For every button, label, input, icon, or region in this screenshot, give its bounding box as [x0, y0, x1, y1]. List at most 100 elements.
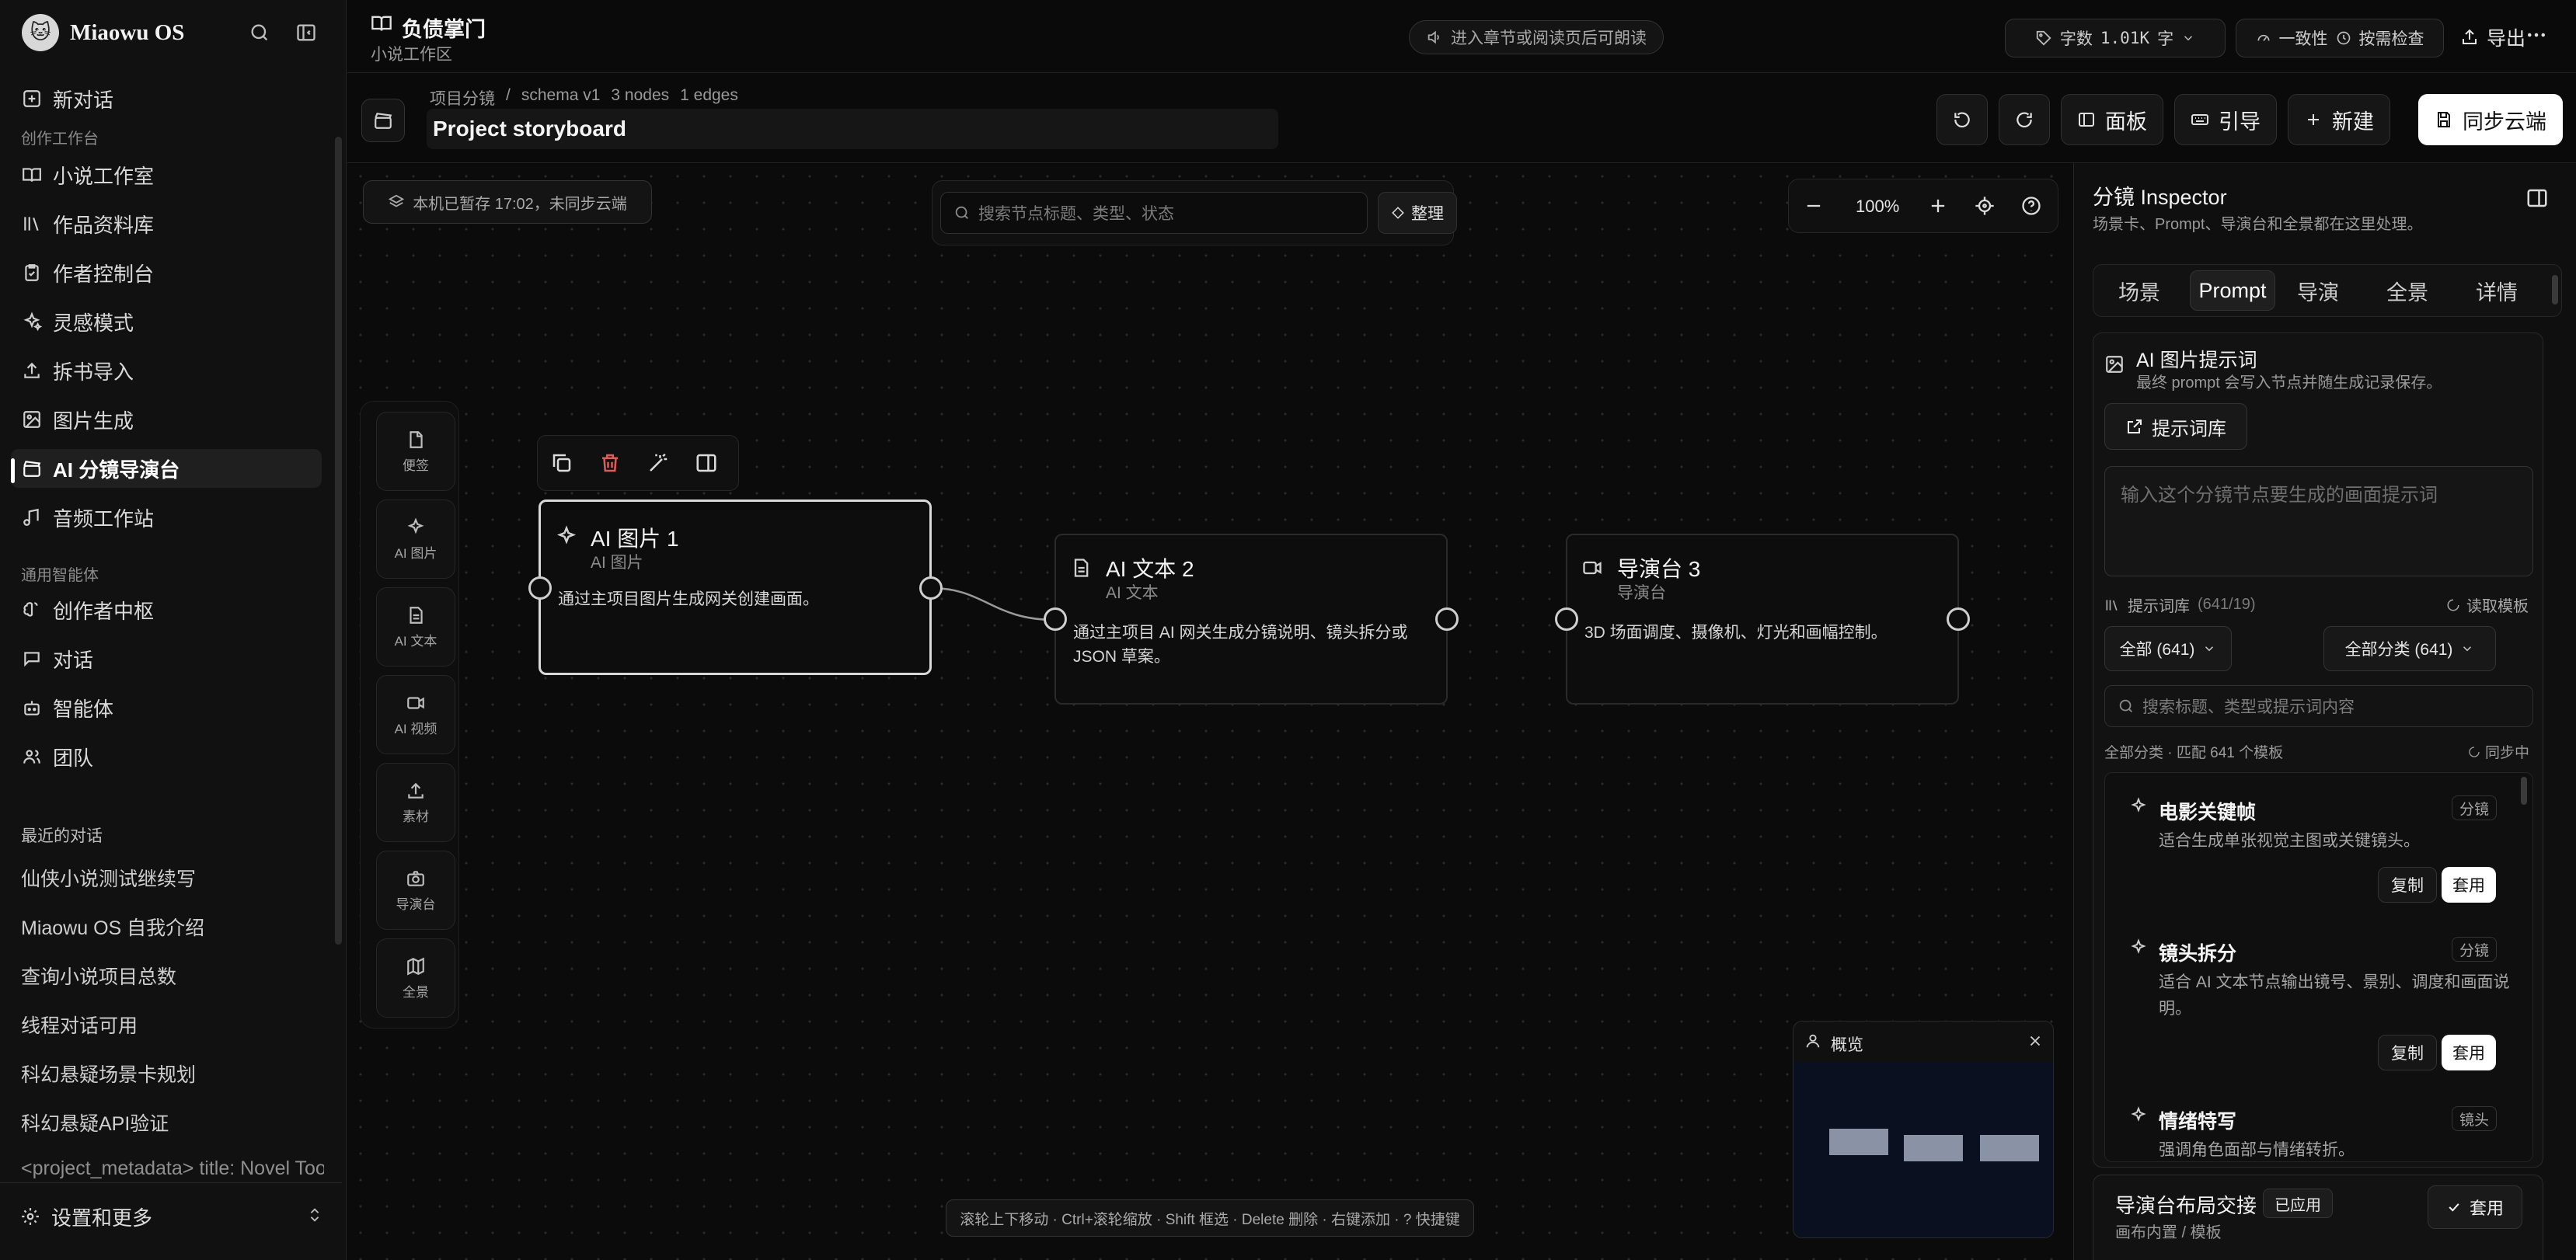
tabs-scrollbar[interactable]: [2552, 275, 2558, 305]
section-general: 通用智能体: [21, 567, 99, 584]
sidebar-item-image-gen[interactable]: 图片生成: [11, 400, 322, 439]
sparkles-icon: [2129, 1106, 2148, 1125]
tab-prompt[interactable]: Prompt: [2190, 270, 2275, 311]
tool-ai-image[interactable]: AI 图片: [376, 499, 455, 579]
node-1-output-handle[interactable]: [919, 576, 943, 600]
collapse-panel-icon[interactable]: [2525, 186, 2549, 210]
template-title: 电影关键帧: [2159, 802, 2257, 823]
board-title-input[interactable]: Project storyboard: [427, 109, 1278, 149]
node-2-output-handle[interactable]: [1435, 607, 1459, 631]
guide-button[interactable]: 引导: [2174, 94, 2277, 145]
recent-chat-item[interactable]: 科幻悬疑场景卡规划: [21, 1060, 324, 1088]
sidebar-item-label: AI 分镜导演台: [53, 458, 180, 482]
tab-details[interactable]: 详情: [2458, 270, 2536, 311]
project-subtitle: 小说工作区: [371, 46, 452, 64]
sidebar-item-library[interactable]: 作品资料库: [11, 204, 322, 243]
recent-chat-item[interactable]: 查询小说项目总数: [21, 962, 324, 990]
node-2-input-handle[interactable]: [1044, 607, 1067, 631]
footer-apply-button[interactable]: 套用: [2428, 1185, 2522, 1229]
sync-cloud-button[interactable]: 同步云端: [2418, 94, 2563, 145]
sparkles-icon: [2129, 797, 2148, 816]
node-ai-image-1[interactable]: AI 图片 1 AI 图片 通过主项目图片生成网关创建画面。: [539, 499, 932, 675]
more-icon[interactable]: [2525, 23, 2548, 47]
recent-chat-item[interactable]: 线程对话可用: [21, 1011, 324, 1039]
read-template-button[interactable]: 读取模板: [2446, 593, 2529, 616]
sidebar-item-storyboard[interactable]: AI 分镜导演台: [11, 449, 322, 488]
settings-button[interactable]: 设置和更多: [20, 1199, 331, 1234]
template-search-input[interactable]: 搜索标题、类型或提示词内容: [2104, 685, 2533, 727]
book-icon: [371, 12, 392, 34]
sidebar-item-agents[interactable]: 智能体: [11, 688, 322, 727]
template-copy-button[interactable]: 复制: [2378, 867, 2437, 903]
sidebar-scrollbar[interactable]: [335, 137, 342, 945]
node-type: AI 文本: [1106, 584, 1159, 602]
node-3-input-handle[interactable]: [1555, 607, 1578, 631]
template-apply-button[interactable]: 套用: [2442, 867, 2496, 903]
word-count-selector[interactable]: 字数 1.01K 字: [2005, 19, 2226, 57]
recent-chat-item[interactable]: 仙侠小说测试继续写: [21, 864, 324, 892]
node-1-input-handle[interactable]: [528, 576, 552, 600]
sidebar-item-chat[interactable]: 对话: [11, 639, 322, 678]
tab-director[interactable]: 导演: [2279, 270, 2357, 311]
sidebar-item-audio[interactable]: 音频工作站: [11, 498, 322, 537]
recent-chat-item[interactable]: Miaowu OS 自我介绍: [21, 913, 324, 941]
match-info: 全部分类 · 匹配 641 个模板: [2104, 745, 2284, 761]
sidebar-item-label: 对话: [53, 648, 94, 672]
node-director-3[interactable]: 导演台 3 导演台 3D 场面调度、摄像机、灯光和画幅控制。: [1566, 534, 1959, 705]
prompt-textarea[interactable]: 输入这个分镜节点要生成的画面提示词: [2104, 466, 2533, 576]
new-chat-button[interactable]: 新对话: [11, 79, 322, 118]
filter-category-select[interactable]: 全部分类 (641): [2323, 626, 2496, 671]
tool-note[interactable]: 便签: [376, 412, 455, 491]
node-description: 通过主项目 AI 网关生成分镜说明、镜头拆分或 JSON 草案。: [1073, 624, 1408, 666]
export-label: 导出: [2487, 28, 2526, 50]
recent-chat-item[interactable]: <project_metadata> title: Novel Tool: [21, 1157, 324, 1181]
close-icon[interactable]: [2027, 1032, 2044, 1049]
read-template-label: 读取模板: [2466, 598, 2529, 615]
sidebar-item-inspiration[interactable]: 灵感模式: [11, 302, 322, 341]
brain-icon: [23, 602, 38, 617]
breadcrumb-root[interactable]: 项目分镜: [430, 86, 495, 110]
chevron-down-icon: [2205, 646, 2214, 652]
search-icon[interactable]: [246, 19, 274, 47]
check-on-demand-label: 按需检查: [2358, 30, 2424, 48]
save-icon: [2438, 112, 2450, 127]
node-3-output-handle[interactable]: [1947, 607, 1970, 631]
template-description: 强调角色面部与情绪转折。: [2159, 1141, 2355, 1159]
template-copy-button[interactable]: 复制: [2378, 1035, 2437, 1070]
recent-chat-item[interactable]: 科幻悬疑API验证: [21, 1109, 324, 1136]
template-list-scrollbar[interactable]: [2521, 777, 2527, 805]
tab-scene[interactable]: 场景: [2100, 270, 2178, 311]
export-button[interactable]: 导出: [2449, 16, 2536, 59]
filter-all-select[interactable]: 全部 (641): [2104, 626, 2232, 671]
tool-ai-text[interactable]: AI 文本: [376, 587, 455, 667]
active-indicator: [11, 458, 15, 483]
minimap-view[interactable]: [1793, 1062, 2053, 1237]
redo-button[interactable]: [1999, 94, 2050, 145]
brand[interactable]: 🐱 Miaowu OS: [22, 14, 184, 51]
undo-button[interactable]: [1936, 94, 1988, 145]
sidebar-item-import[interactable]: 拆书导入: [11, 351, 322, 390]
sidebar-item-hub[interactable]: 创作者中枢: [11, 590, 322, 629]
storyboard-canvas[interactable]: 本机已暂存 17:02，未同步云端 搜索节点标题、类型、状态 整理 100% A…: [347, 163, 2072, 1260]
undo-icon: [1954, 112, 1970, 128]
sidebar-item-label: 智能体: [53, 697, 114, 721]
edge-1-2[interactable]: [930, 586, 1056, 621]
template-tag: 分镜: [2452, 795, 2497, 820]
tool-ai-video[interactable]: AI 视频: [376, 675, 455, 754]
node-ai-text-2[interactable]: AI 文本 2 AI 文本 通过主项目 AI 网关生成分镜说明、镜头拆分或 JS…: [1054, 534, 1448, 705]
collapse-sidebar-icon[interactable]: [292, 19, 320, 47]
sidebar-item-author-console[interactable]: 作者控制台: [11, 253, 322, 292]
template-apply-button[interactable]: 套用: [2442, 1035, 2496, 1070]
tool-director[interactable]: 导演台: [376, 851, 455, 930]
sidebar-item-team[interactable]: 团队: [11, 737, 322, 776]
tab-panorama[interactable]: 全景: [2369, 270, 2446, 311]
new-button[interactable]: 新建: [2288, 94, 2390, 145]
tool-panorama[interactable]: 全景: [376, 938, 455, 1018]
tool-asset[interactable]: 素材: [376, 763, 455, 842]
prompt-library-button[interactable]: 提示词库: [2104, 403, 2247, 450]
read-aloud-pill[interactable]: 进入章节或阅读页后可朗读: [1409, 20, 1664, 54]
sidebar-item-novel-studio[interactable]: 小说工作室: [11, 155, 322, 194]
panel-button[interactable]: 面板: [2061, 94, 2163, 145]
tool-label: 便签: [403, 458, 429, 473]
consistency-check[interactable]: 一致性 按需检查: [2236, 19, 2444, 57]
